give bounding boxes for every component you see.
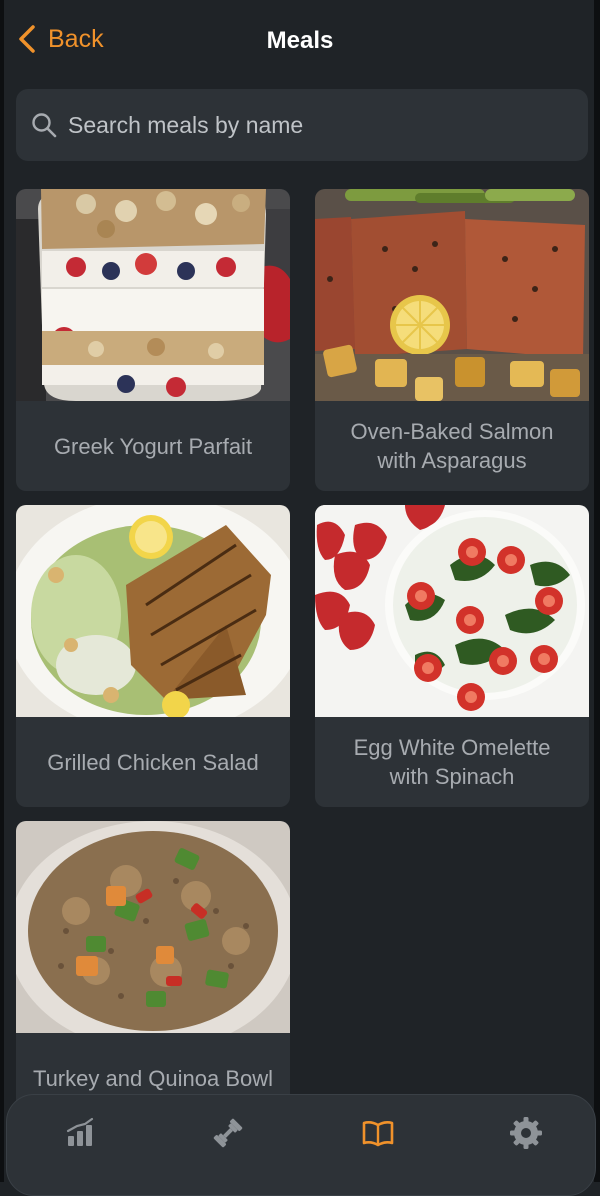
meal-image-egg-white-omelette (315, 505, 589, 717)
meal-name: Grilled Chicken Salad (47, 749, 259, 775)
book-icon (362, 1121, 394, 1147)
screen-edge-right (594, 0, 600, 1182)
meal-image-turkey-quinoa-bowl (16, 821, 290, 1033)
meal-name: Egg White Omelette with Spinach (353, 735, 551, 789)
meal-name: Greek Yogurt Parfait (53, 433, 253, 459)
meal-image-oven-baked-salmon (315, 189, 589, 401)
search-input[interactable] (66, 110, 550, 140)
meal-name: Oven-Baked Salmon with Asparagus (350, 419, 554, 473)
meal-card-egg-white-omelette[interactable]: Egg White Omelette with Spinach (315, 505, 589, 807)
meal-card-oven-baked-salmon[interactable]: Oven-Baked Salmon with Asparagus (315, 189, 589, 491)
search-bar[interactable] (16, 89, 588, 161)
nav-header: Back Meals (0, 0, 600, 82)
meal-card-greek-yogurt-parfait[interactable]: Greek Yogurt Parfait (16, 189, 290, 491)
meal-image-greek-yogurt-parfait (16, 189, 290, 401)
tab-settings[interactable] (501, 1113, 551, 1153)
gear-icon (510, 1117, 542, 1149)
screen-edge-left (0, 0, 4, 1182)
page-title: Meals (266, 27, 334, 54)
meal-image-grilled-chicken-salad (16, 505, 290, 717)
tab-progress[interactable] (55, 1113, 105, 1153)
dumbbell-icon (213, 1118, 243, 1148)
meal-card-turkey-quinoa-bowl[interactable]: Turkey and Quinoa Bowl (16, 821, 290, 1123)
tab-meals[interactable] (353, 1113, 403, 1153)
tab-workouts[interactable] (203, 1113, 253, 1153)
tab-bar (6, 1094, 596, 1196)
search-icon (32, 113, 57, 138)
chart-icon (66, 1117, 94, 1146)
meal-card-grilled-chicken-salad[interactable]: Grilled Chicken Salad (16, 505, 290, 807)
